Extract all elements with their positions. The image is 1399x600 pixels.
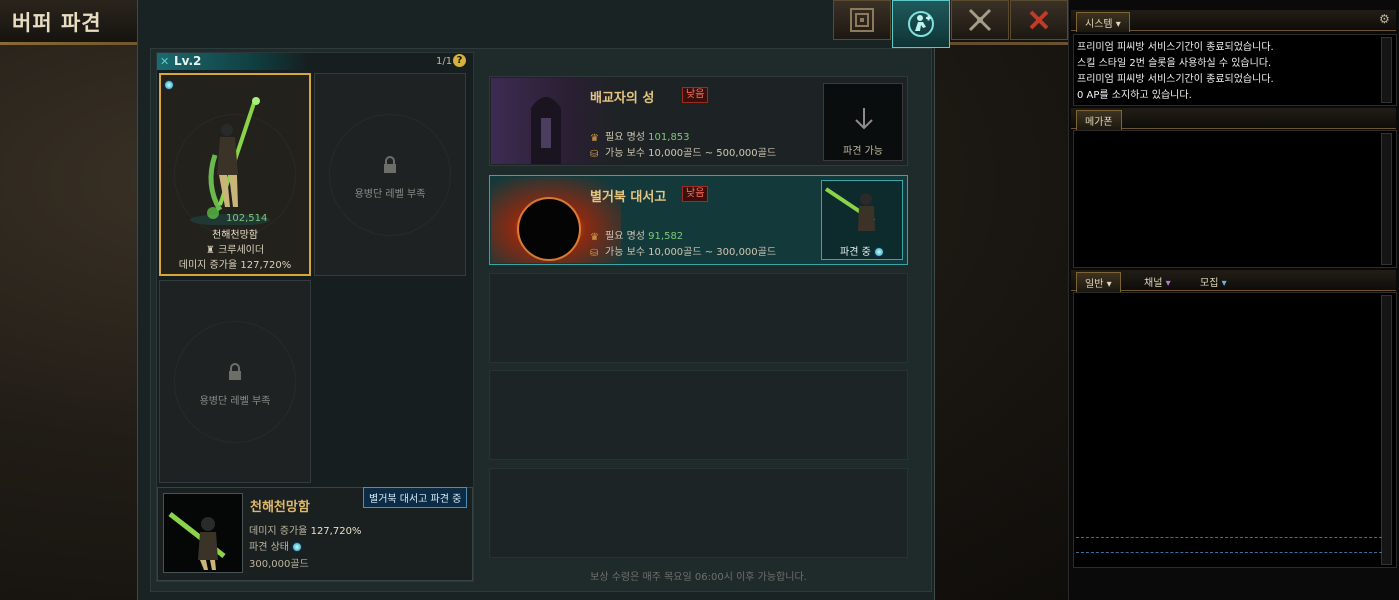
chat-message-box [1073,292,1397,568]
reward-range: ⛁ 가능 보수 10,000골드 ~ 300,000골드 [590,243,777,259]
dispatch-available-button[interactable]: 파견 가능 [823,83,903,161]
required-fame: ♛ 필요 명성 91,582 [590,227,684,243]
dispatched-character-box[interactable]: 파견 중 [821,180,903,260]
chat-tab-channel-label: 채널 [1144,278,1163,289]
detail-damage-label: 데미지 증가율 [249,526,308,537]
locked-slot-text: 용병단 레벨 부족 [354,189,426,200]
dungeon-name: 배교자의 성 [590,91,655,106]
chat-tab-recruit-label: 모집 [1200,278,1219,289]
fame-label: 필요 명성 [605,231,645,242]
battle-button[interactable] [951,0,1009,40]
fame-icon: ♛ [590,231,599,243]
required-fame: ♛ 필요 명성 101,853 [590,128,690,144]
mercenary-icon: ✕ [160,55,170,68]
lock-icon [229,363,241,380]
dungeon-name: 별거북 대서고 [590,190,667,205]
dispatch-tooltip: 별거북 대서고 파견 중 [363,487,468,508]
megaphone-box [1073,130,1397,268]
crossed-swords-icon [968,8,992,32]
map-icon [850,8,874,32]
damage-value: 127,720% [240,260,292,271]
arrow-down-icon [855,108,873,130]
character-damage: 데미지 증가율 127,720% [160,256,310,271]
slot-rune-decoration [174,320,296,443]
dispatch-status-icon [292,542,303,552]
character-slot-locked: 용병단 레벨 부족 [159,280,311,483]
class-icon: ♜ [205,245,219,256]
dispatch-status-icon [164,80,174,90]
chat-divider [1076,537,1382,538]
dungeon-card-empty [489,468,908,558]
dispatch-available-label: 파견 가능 [843,146,883,157]
page-title: 버퍼 파견 [12,11,102,35]
fame-icon: ♛ [590,132,599,144]
dispatch-status-icon [873,247,884,257]
chat-tab-recruit[interactable]: 모집 ▾ [1192,272,1235,291]
locked-slot-text: 용병단 레벨 부족 [199,396,271,407]
detail-status-label: 파견 상태 [249,542,289,553]
buffer-dispatch-button[interactable] [892,0,950,48]
chat-tab-system[interactable]: 시스템 ▾ [1076,12,1130,32]
help-icon[interactable]: ? [453,54,466,67]
dispatching-text: 파견 중 [840,247,871,258]
scrollbar[interactable] [1381,37,1392,103]
detail-damage: 데미지 증가율 127,720% [249,522,361,537]
roster-level: Lv.2 [174,54,202,68]
reward-range: ⛁ 가능 보수 10,000골드 ~ 500,000골드 [590,144,777,160]
roster-page-count: 1/1 [436,56,453,67]
reward-value: 10,000골드 ~ 300,000골드 [648,247,777,258]
system-message: 프리미엄 피씨방 서비스기간이 종료되었습니다. [1077,74,1274,85]
fame-label: 필요 명성 [605,132,645,143]
chat-tab-general-label: 일반 [1085,279,1104,290]
close-button[interactable] [1010,0,1068,40]
chat-tab-megaphone[interactable]: 메가폰 [1076,110,1122,130]
chat-divider [1076,552,1382,553]
character-fame: 102,514 [226,213,268,224]
dispatching-label: 파견 중 [822,243,902,258]
dungeon-card[interactable]: 배교자의 성 낮음 ♛ 필요 명성 101,853 ⛁ 가능 보수 10,000골드… [489,76,908,166]
character-name: 천해천망함 [212,230,258,241]
dispatched-character-portrait [824,187,876,231]
system-message: 프리미엄 피씨방 서비스기간이 종료되었습니다. [1077,42,1274,53]
detail-damage-value: 127,720% [310,526,362,537]
dungeon-card-empty [489,273,908,363]
gold-icon: ⛁ [590,247,599,259]
fame-value: 91,582 [648,231,684,242]
system-message: 0 AP를 소지하고 있습니다. [1077,90,1192,101]
character-class-label: 크루세이더 [218,245,265,256]
fame-value: 101,853 [648,132,690,143]
buffer-dispatch-icon [908,11,934,37]
chat-tab-system-label: 시스템 [1085,19,1113,30]
system-message: 스킬 스타일 2번 슬롯을 사용하실 수 있습니다. [1077,58,1272,69]
gold-icon: ⛁ [590,148,599,160]
difficulty-badge: 낮음 [682,186,709,202]
character-slot-locked: 용병단 레벨 부족 [314,73,466,276]
dungeon-card[interactable]: 별거북 대서고 낮음 ♛ 필요 명성 91,582 ⛁ 가능 보수 10,000골드… [489,175,908,265]
chat-tab-channel[interactable]: 채널 ▾ [1136,272,1179,291]
difficulty-badge: 낮음 [682,87,709,103]
detail-status: 파견 상태 [249,538,303,553]
lock-icon [384,156,396,173]
gear-icon[interactable]: ⚙ [1379,13,1391,25]
chat-tab-general[interactable]: 일반 ▾ [1076,272,1121,292]
reward-value: 10,000골드 ~ 500,000골드 [648,148,777,159]
character-portrait [190,97,270,225]
detail-reward: 300,000골드 [249,559,309,570]
map-button[interactable] [833,0,891,40]
slot-rune-decoration [329,113,451,236]
reward-label: 가능 보수 [605,247,645,258]
damage-label: 데미지 증가율 [178,260,238,271]
dungeon-card-empty [489,370,908,460]
reward-label: 가능 보수 [605,148,645,159]
scrollbar[interactable] [1381,133,1392,265]
scrollbar[interactable] [1381,295,1392,565]
character-class: ♜ 크루세이더 [160,241,310,256]
reward-note: 보상 수령은 매주 목요일 06:00시 이후 가능합니다. [590,572,807,583]
close-icon [1029,10,1049,30]
detail-portrait [163,493,243,573]
detail-name: 천해천망함 [250,500,310,515]
